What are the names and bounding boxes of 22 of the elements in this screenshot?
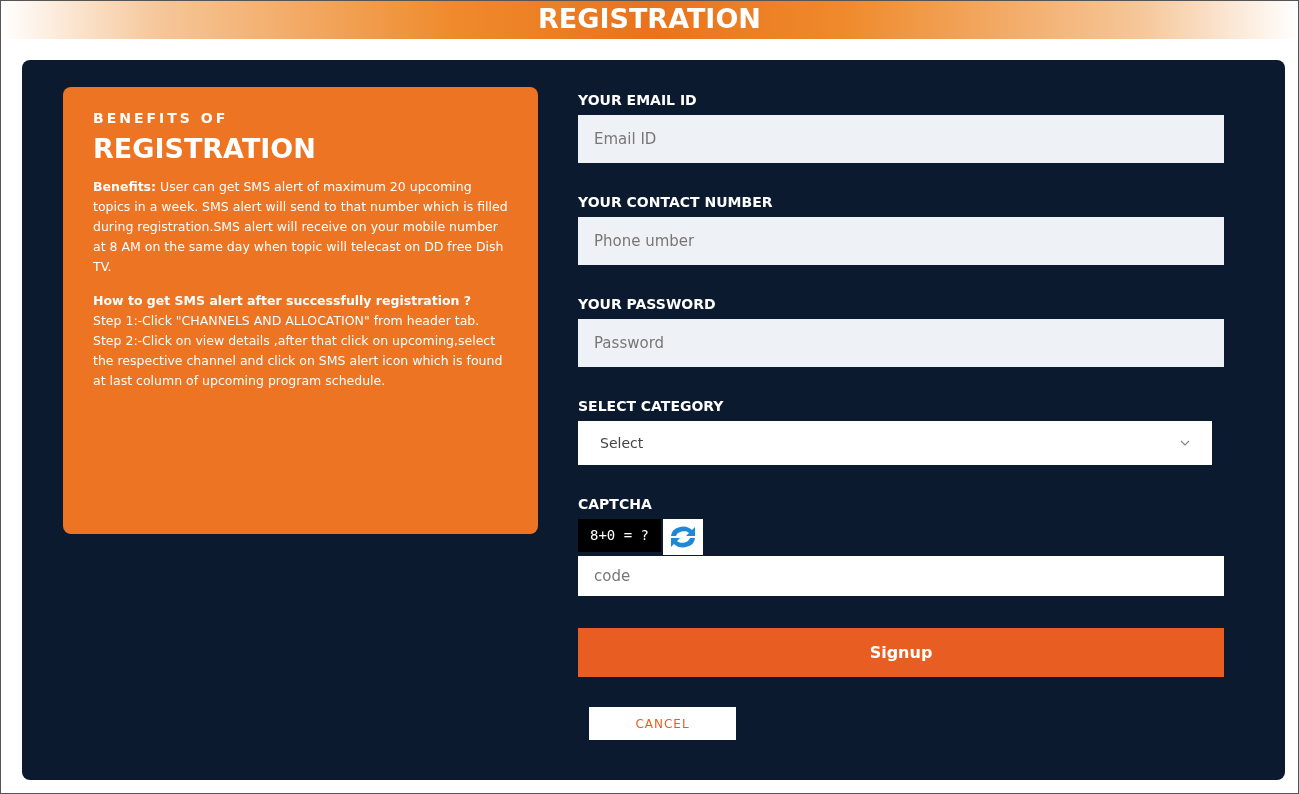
how-to-heading: How to get SMS alert after successfully registration ? — [93, 292, 473, 310]
signup-button[interactable]: Signup — [578, 628, 1224, 677]
cancel-button[interactable]: CANCEL — [589, 707, 736, 740]
field-label: SELECT CATEGORY — [578, 397, 725, 415]
category-dropdown[interactable]: Select — [578, 421, 1212, 465]
captcha-question: 8+0 = ? — [578, 519, 661, 552]
input-field[interactable]: Email ID — [578, 115, 1224, 163]
benefits-paragraph: Benefits: User can get SMS alert of maximum 20 upcoming topics in a week. SMS alert will send to that number which is filled during registration.SMS alert will receive on your mobile number at 8 AM on the same day when topic will telecast on DD free Dish TV. — [93, 178, 508, 276]
step-text: Step 1:-Click "CHANNELS AND ALLOCATION" from header tab. — [93, 312, 481, 330]
field-label: YOUR PASSWORD — [578, 295, 717, 313]
page-title: REGISTRATION — [538, 2, 761, 36]
refresh-button[interactable] — [663, 519, 703, 555]
step-text: Step 2:-Click on view details ,after that click on upcoming,select the respective channel and click on SMS alert icon which is found at last column of upcoming program schedule. — [93, 332, 504, 390]
card-title: REGISTRATION — [93, 132, 317, 166]
field-label: CAPTCHA — [578, 495, 653, 513]
card-subtitle: BENEFITS OF — [93, 109, 230, 127]
chevron-down-icon — [1180, 440, 1190, 446]
input-field[interactable]: Password — [578, 319, 1224, 367]
input-field[interactable]: Phone umber — [578, 217, 1224, 265]
input-field[interactable]: code — [578, 556, 1224, 596]
field-label: YOUR EMAIL ID — [578, 91, 698, 109]
field-label: YOUR CONTACT NUMBER — [578, 193, 774, 211]
